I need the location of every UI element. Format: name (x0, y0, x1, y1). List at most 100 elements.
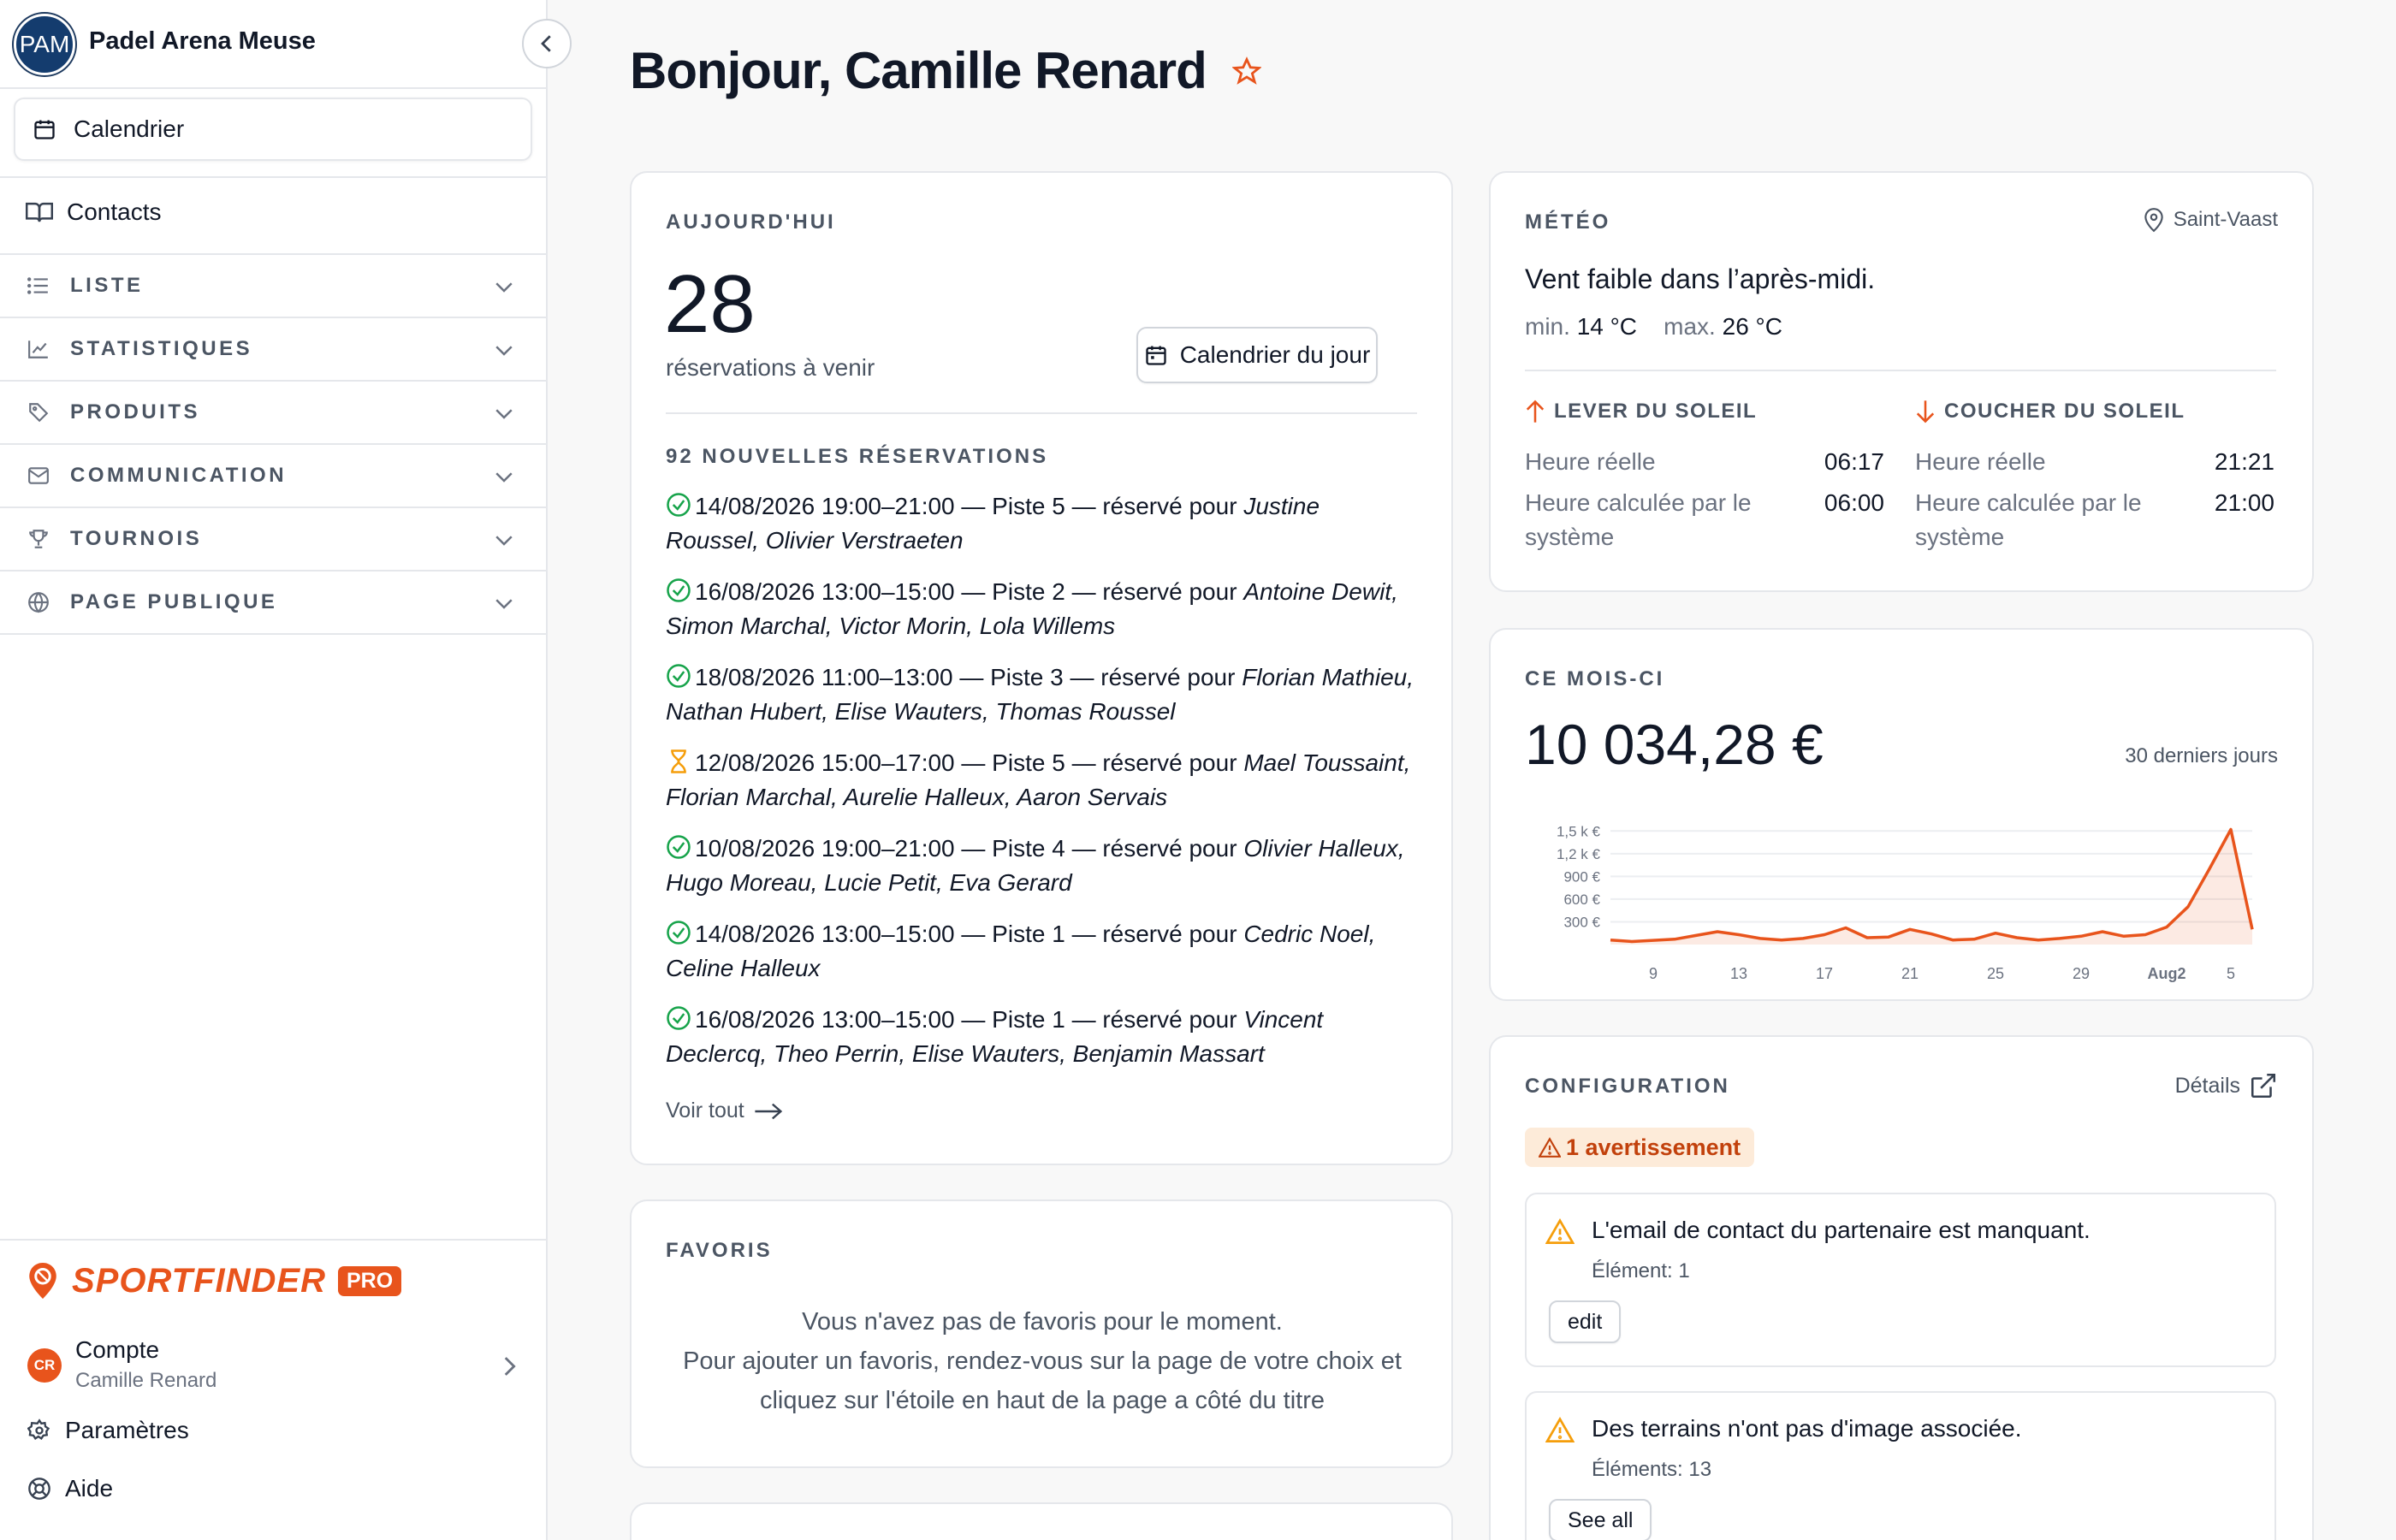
edit-button[interactable]: edit (1549, 1300, 1622, 1343)
see-all-link[interactable]: Voir tout (666, 1099, 784, 1123)
y-tick-label: 1,5 k € (1557, 823, 1601, 839)
favorites-line: Vous n'avez pas de favoris pour le momen… (802, 1308, 1283, 1336)
account-label: Compte (75, 1336, 160, 1363)
check-circle-icon (666, 663, 691, 689)
today-caption: AUJOURD'HUI (666, 210, 836, 234)
avatar: CR (27, 1348, 62, 1383)
account-menu[interactable]: CR Compte Camille Renard (27, 1335, 524, 1403)
trophy-icon (27, 528, 50, 550)
club-name[interactable]: Padel Arena Meuse (89, 27, 316, 56)
day-calendar-button[interactable]: Calendrier du jour (1136, 327, 1378, 383)
sidebar-section-page-publique[interactable]: PAGE PUBLIQUE (0, 572, 546, 635)
today-card: AUJOURD'HUI 28 réservations à venir Cale… (630, 171, 1453, 1165)
divider (1525, 370, 2276, 371)
collapse-sidebar-button[interactable] (522, 19, 572, 68)
reservation-text: 10/08/2026 19:00–21:00 — Piste 4 — réser… (695, 835, 1244, 862)
sunset-heading: COUCHER DU SOLEIL (1915, 399, 2274, 424)
warning-subtitle: Élément: 1 (1592, 1259, 1690, 1282)
sunrise-calc-label: Heure calculée par le système (1525, 489, 1752, 550)
reservation-item[interactable]: 16/08/2026 13:00–15:00 — Piste 1 — réser… (666, 1003, 1419, 1071)
revenue-card: CE MOIS-CI 10 034,28 € 30 derniers jours… (1489, 628, 2314, 1001)
sunrise-heading: LEVER DU SOLEIL (1525, 399, 1884, 424)
sidebar-item-calendar[interactable]: Calendrier (14, 98, 532, 161)
sidebar-section-communication[interactable]: COMMUNICATION (0, 445, 546, 508)
sunrise-label: LEVER DU SOLEIL (1554, 400, 1758, 423)
sunrise-block: LEVER DU SOLEIL Heure réelle 06:17 Heure… (1525, 399, 1884, 570)
x-tick-label: 29 (2073, 965, 2090, 982)
config-caption: CONFIGURATION (1525, 1075, 1730, 1098)
page-title-text: Bonjour, Camille Renard (630, 42, 1207, 99)
sidebar-section-label: PAGE PUBLIQUE (70, 590, 278, 613)
reservation-item[interactable]: 14/08/2026 13:00–15:00 — Piste 1 — réser… (666, 917, 1419, 986)
max-temp: 26 °C (1722, 313, 1782, 340)
sunrise-real-value: 06:17 (1824, 448, 1884, 475)
x-tick-label: 5 (2227, 965, 2235, 982)
list-icon (27, 276, 50, 295)
sidebar-section-produits[interactable]: PRODUITS (0, 382, 546, 445)
favorites-line: cliquez sur l'étoile en haut de la page … (759, 1387, 1326, 1414)
arrow-right-icon (744, 1101, 784, 1122)
min-temp: 14 °C (1576, 313, 1638, 340)
sunset-calc-row: Heure calculée par le système 21:00 (1915, 486, 2274, 554)
day-calendar-label: Calendrier du jour (1179, 341, 1371, 368)
sunset-calc-value: 21:00 (2214, 489, 2274, 516)
chevron-down-icon (491, 274, 517, 299)
chevron-down-icon (491, 400, 517, 426)
reservation-item[interactable]: 14/08/2026 19:00–21:00 — Piste 5 — réser… (666, 489, 1419, 558)
sunset-calc-label: Heure calculée par le système (1915, 489, 2142, 550)
warning-subtitle: Éléments: 13 (1592, 1458, 1712, 1481)
sidebar-item-contacts[interactable]: Contacts (26, 198, 162, 226)
y-tick-label: 300 € (1563, 914, 1600, 930)
upcoming-count: 28 (664, 258, 756, 350)
sidebar-section-statistiques[interactable]: STATISTIQUES (0, 318, 546, 382)
reservation-text: 16/08/2026 13:00–15:00 — Piste 2 — réser… (695, 578, 1244, 605)
warning-count-text: 1 avertissement (1566, 1134, 1741, 1160)
chevron-down-icon (491, 527, 517, 553)
sidebar-header: PAM Padel Arena Meuse (0, 0, 546, 89)
sunrise-calc-value: 06:00 (1824, 489, 1884, 516)
see-all-button[interactable]: See all (1549, 1499, 1652, 1540)
sidebar-section-liste[interactable]: LISTE (0, 255, 546, 318)
sunset-label: COUCHER DU SOLEIL (1944, 400, 2185, 423)
warning-icon (1545, 1417, 1575, 1442)
chevron-down-icon (491, 590, 517, 616)
reservation-text: 18/08/2026 11:00–13:00 — Piste 3 — réser… (695, 664, 1242, 690)
next-card (630, 1502, 1453, 1540)
globe-icon (27, 591, 50, 613)
settings-link[interactable]: Paramètres (27, 1417, 189, 1444)
reservation-item[interactable]: 12/08/2026 15:00–17:00 — Piste 5 — réser… (666, 746, 1419, 814)
favorites-card: FAVORIS Vous n'avez pas de favoris pour … (630, 1199, 1453, 1468)
x-tick-label: Aug2 (2148, 965, 2186, 982)
sidebar-section-label: COMMUNICATION (70, 464, 288, 487)
y-tick-label: 1,2 k € (1557, 846, 1601, 862)
reservation-text: 14/08/2026 13:00–15:00 — Piste 1 — réser… (695, 921, 1244, 947)
weather-description: Vent faible dans l’après-midi. (1525, 264, 1876, 294)
warning-icon (1539, 1137, 1566, 1158)
reservation-text: 14/08/2026 19:00–21:00 — Piste 5 — réser… (695, 493, 1244, 519)
map-pin-icon (2143, 207, 2174, 233)
min-label: min. (1525, 313, 1570, 340)
sidebar-section-label: LISTE (70, 274, 144, 297)
sunrise-calc-row: Heure calculée par le système 06:00 (1525, 486, 1884, 554)
check-circle-icon (666, 834, 691, 860)
check-circle-icon (666, 1005, 691, 1031)
reservation-item[interactable]: 10/08/2026 19:00–21:00 — Piste 4 — réser… (666, 832, 1419, 900)
reservation-item[interactable]: 16/08/2026 13:00–15:00 — Piste 2 — réser… (666, 575, 1419, 643)
sidebar-section-tournois[interactable]: TOURNOIS (0, 508, 546, 572)
x-tick-label: 13 (1730, 965, 1747, 982)
star-icon[interactable] (1231, 56, 1261, 86)
calendar-icon (33, 117, 74, 141)
x-tick-label: 17 (1816, 965, 1833, 982)
reservation-item[interactable]: 18/08/2026 11:00–13:00 — Piste 3 — réser… (666, 660, 1419, 729)
tag-icon (27, 401, 50, 424)
chart-icon (27, 339, 50, 359)
help-link[interactable]: Aide (27, 1475, 113, 1502)
favorites-empty-message: Vous n'avez pas de favoris pour le momen… (632, 1302, 1453, 1420)
club-avatar[interactable]: PAM (14, 14, 75, 75)
sunrise-real-label: Heure réelle (1525, 448, 1656, 475)
sidebar-section-label: TOURNOIS (70, 527, 203, 550)
details-link[interactable]: Détails (2175, 1071, 2278, 1100)
chevron-right-icon (495, 1352, 524, 1381)
weather-card: MÉTÉO Saint-Vaast Vent faible dans l’apr… (1489, 171, 2314, 592)
external-link-icon (2240, 1071, 2278, 1100)
